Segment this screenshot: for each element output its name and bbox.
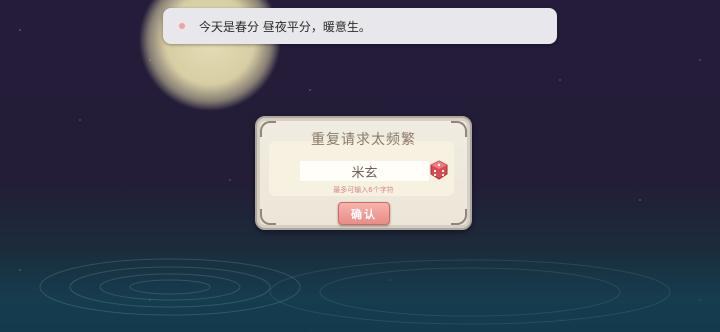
confirm-button[interactable]: 确认 [338,202,390,225]
event-banner: 今天是春分 昼夜平分，暖意生。 [163,8,557,44]
dot-icon [179,23,185,29]
dice-icon[interactable] [429,160,449,180]
water-ripples [39,258,671,325]
banner-message: 今天是春分 昼夜平分，暖意生。 [199,19,371,34]
name-input[interactable] [300,161,429,181]
input-hint: 最多可输入6个字符 [333,186,394,194]
dialog-title: 重复请求太频繁 [311,132,416,148]
corner-ornament [260,209,276,225]
corner-ornament [451,209,467,225]
